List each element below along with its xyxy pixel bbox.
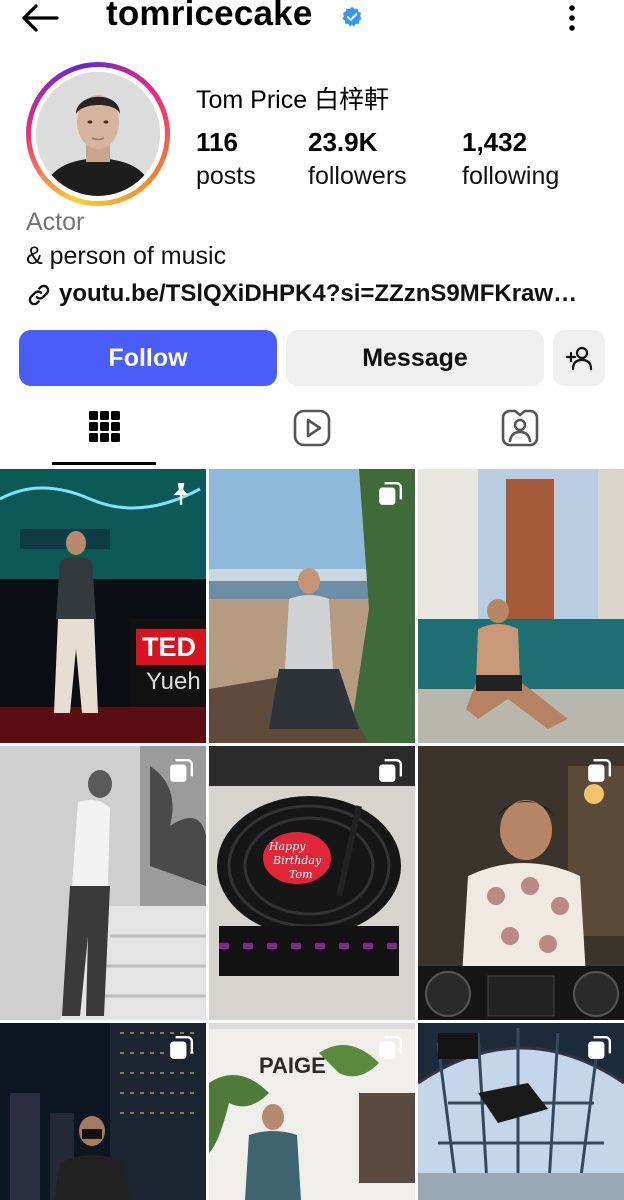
pin-icon [173, 483, 189, 505]
posts-grid: TED Yueh Happy Birthday Tom PAIGE [0, 469, 624, 1200]
carousel-icon [588, 1035, 612, 1059]
posts-count: 116 [196, 127, 238, 157]
post-beach[interactable] [209, 469, 415, 743]
link-icon [28, 284, 50, 306]
post-paige-store[interactable]: PAIGE [209, 1023, 415, 1200]
followers-label: followers [308, 162, 407, 190]
more-options-button[interactable] [560, 2, 584, 34]
carousel-icon [170, 1035, 194, 1059]
profile-link[interactable]: youtu.be/TSlQXiDHPK4?si=ZZznS9MFKraw… [26, 280, 616, 312]
post-stairs-bw[interactable] [0, 746, 206, 1020]
profile-bio: & person of music [26, 242, 227, 270]
grid-icon [89, 411, 120, 442]
store-sign-text: PAIGE [259, 1053, 326, 1078]
stat-posts[interactable]: 116 posts [196, 126, 256, 194]
carousel-icon [379, 1035, 403, 1059]
add-user-button[interactable] [553, 330, 605, 386]
ted-sign-text-2: Yueh [146, 668, 201, 695]
message-button[interactable]: Message [286, 330, 544, 386]
cake-text-line-2: Birthday [272, 854, 322, 867]
post-pool[interactable] [418, 469, 624, 743]
avatar [36, 72, 160, 196]
post-birthday-cake[interactable]: Happy Birthday Tom [209, 746, 415, 1020]
tab-reels[interactable] [292, 408, 332, 448]
selected-tab-indicator [52, 462, 156, 465]
more-vertical-icon [569, 5, 575, 31]
story-ring[interactable] [26, 62, 170, 206]
posts-label: posts [196, 162, 256, 190]
top-bar: tomricecake [0, 0, 624, 40]
carousel-icon [170, 758, 194, 782]
cake-text-line-3: Tom [289, 868, 313, 881]
post-ted-talk[interactable]: TED Yueh [0, 469, 206, 743]
add-user-icon [565, 346, 593, 371]
stat-followers[interactable]: 23.9K followers [308, 126, 407, 194]
tagged-icon [501, 409, 539, 447]
ted-sign-text: TED [142, 632, 196, 662]
post-dj[interactable] [418, 746, 624, 1020]
stat-following[interactable]: 1,432 following [462, 126, 559, 194]
carousel-icon [379, 481, 403, 505]
profile-category: Actor [26, 208, 85, 236]
verified-badge-icon [342, 6, 362, 27]
followers-count: 23.9K [308, 127, 378, 157]
post-night-city[interactable] [0, 1023, 206, 1200]
carousel-icon [588, 758, 612, 782]
profile-link-text: youtu.be/TSlQXiDHPK4?si=ZZznS9MFKraw… [59, 280, 578, 307]
post-glass-dome[interactable] [418, 1023, 624, 1200]
arrow-left-icon [22, 4, 59, 32]
following-count: 1,432 [462, 127, 528, 157]
profile-tabs [0, 400, 624, 466]
tab-posts-grid[interactable] [84, 408, 124, 448]
carousel-icon [379, 758, 403, 782]
follow-button[interactable]: Follow [19, 330, 277, 386]
tab-tagged[interactable] [500, 408, 540, 448]
profile-full-name: Tom Price 白梓軒 [196, 86, 390, 114]
back-button[interactable] [20, 2, 60, 34]
reels-icon [293, 409, 331, 447]
profile-username: tomricecake [106, 0, 313, 33]
following-label: following [462, 162, 560, 190]
cake-text-line-1: Happy [268, 840, 306, 853]
